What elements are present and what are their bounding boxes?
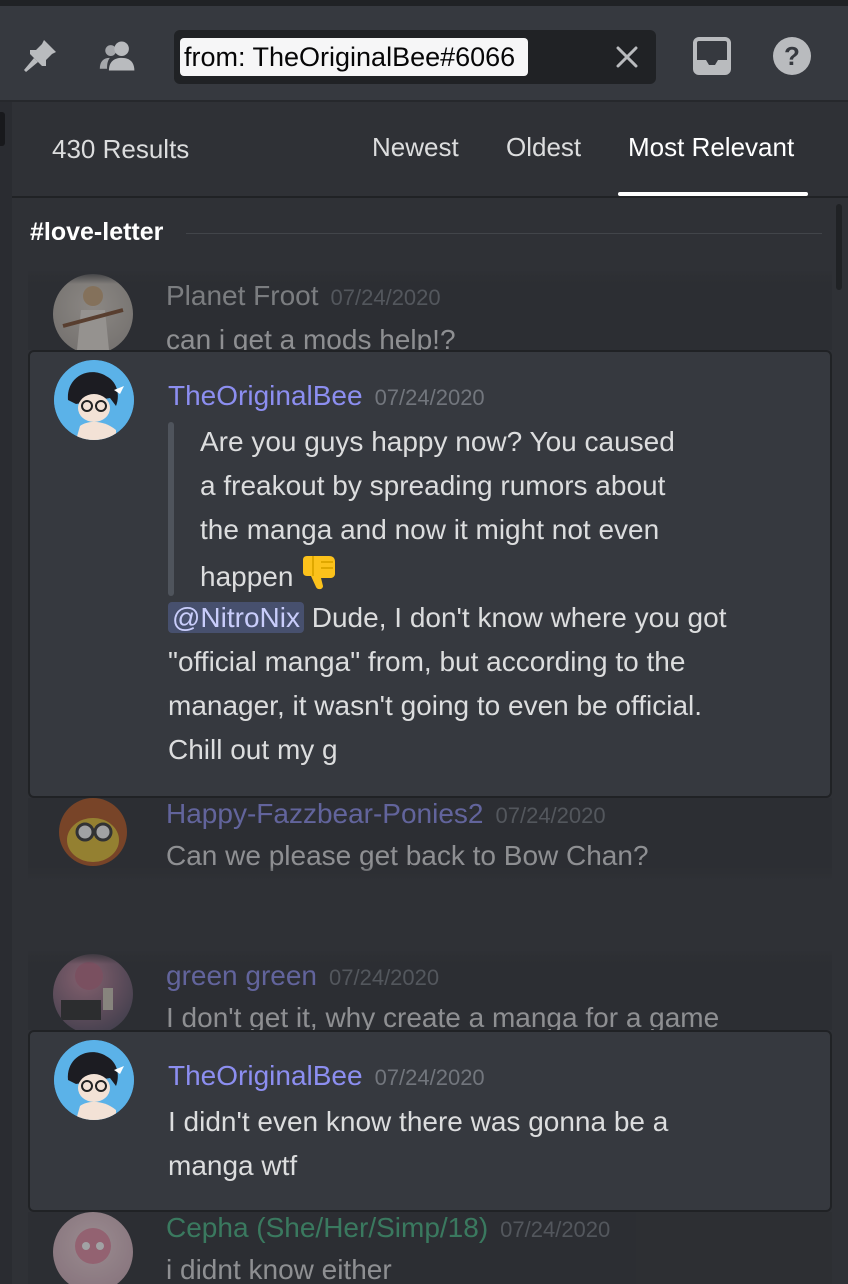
message-author[interactable]: green green 07/24/2020 xyxy=(166,960,439,992)
search-hit-message[interactable]: TheOriginalBee 07/24/2020 I didn't even k… xyxy=(28,1030,832,1212)
message-author[interactable]: Planet Froot 07/24/2020 xyxy=(166,280,441,312)
body-line: I didn't even know there was gonna be a xyxy=(168,1106,669,1137)
avatar xyxy=(54,1040,134,1120)
results-header: 430 Results Newest Oldest Most Relevant xyxy=(12,102,848,198)
close-icon[interactable] xyxy=(612,42,642,72)
results-count: 430 Results xyxy=(52,134,190,164)
context-message[interactable]: Planet Froot 07/24/2020 can i get a mods … xyxy=(28,270,832,350)
pin-icon[interactable] xyxy=(20,36,60,76)
author-name[interactable]: Planet Froot xyxy=(166,280,319,311)
avatar xyxy=(53,798,133,872)
user-mention[interactable]: @NitroNix xyxy=(168,602,304,633)
message-text: i didnt know either xyxy=(166,1254,392,1284)
author-name[interactable]: TheOriginalBee xyxy=(168,1060,363,1091)
scrollbar-thumb[interactable] xyxy=(836,204,842,290)
quote-line: Are you guys happy now? You caused xyxy=(200,426,675,457)
avatar xyxy=(53,954,133,1030)
message-timestamp: 07/24/2020 xyxy=(495,803,606,828)
message-timestamp: 07/24/2020 xyxy=(329,965,440,990)
quote-line: the manga and now it might not even xyxy=(200,514,660,545)
search-results-panel: from: TheOriginalBee#6066 ? 430 Results … xyxy=(0,0,848,1284)
avatar xyxy=(53,1212,133,1284)
message-body: I didn't even know there was gonna be a … xyxy=(168,1100,808,1188)
message-timestamp: 07/24/2020 xyxy=(330,285,441,310)
active-tab-indicator xyxy=(618,192,808,196)
message-author[interactable]: TheOriginalBee 07/24/2020 xyxy=(168,1060,485,1092)
tab-most-relevant[interactable]: Most Relevant xyxy=(628,132,794,163)
message-timestamp: 07/24/2020 xyxy=(500,1217,611,1242)
tab-oldest[interactable]: Oldest xyxy=(506,132,581,163)
channel-divider xyxy=(186,233,822,234)
author-name[interactable]: Cepha (She/Her/Simp/18) xyxy=(166,1212,488,1243)
svg-text:?: ? xyxy=(784,41,800,71)
body-line: manga wtf xyxy=(168,1150,298,1181)
message-author[interactable]: TheOriginalBee 07/24/2020 xyxy=(168,380,485,412)
quote-line: a freakout by spreading rumors about xyxy=(200,470,666,501)
message-timestamp: 07/24/2020 xyxy=(374,385,485,410)
search-query-token[interactable]: from: TheOriginalBee#6066 xyxy=(180,38,528,76)
body-line: manager, it wasn't going to even be offi… xyxy=(168,690,703,721)
context-message[interactable]: green green 07/24/2020 I don't get it, wh… xyxy=(28,950,832,1030)
tab-newest[interactable]: Newest xyxy=(372,132,459,163)
context-message[interactable]: Cepha (She/Her/Simp/18) 07/24/2020 i didn… xyxy=(28,1212,832,1284)
body-line: Chill out my g xyxy=(168,734,338,765)
left-edge xyxy=(0,102,12,1284)
message-author[interactable]: Happy-Fazzbear-Ponies2 07/24/2020 xyxy=(166,798,606,830)
message-body: @NitroNix Dude, I don't know where you g… xyxy=(168,596,808,772)
search-box[interactable]: from: TheOriginalBee#6066 xyxy=(174,30,656,84)
avatar xyxy=(54,360,134,440)
context-message[interactable]: Happy-Fazzbear-Ponies2 07/24/2020 Can we … xyxy=(28,798,832,880)
message-author[interactable]: Cepha (She/Her/Simp/18) 07/24/2020 xyxy=(166,1212,610,1244)
author-name[interactable]: green green xyxy=(166,960,317,991)
search-hit-message[interactable]: TheOriginalBee 07/24/2020 Are you guys ha… xyxy=(28,350,832,798)
quote-line: happen xyxy=(200,561,294,592)
avatar xyxy=(53,274,133,350)
blockquote: Are you guys happy now? You caused a fre… xyxy=(200,420,675,605)
members-icon[interactable] xyxy=(98,36,138,76)
inbox-icon[interactable] xyxy=(692,36,732,76)
body-line: "official manga" from, but according to … xyxy=(168,646,686,677)
author-name[interactable]: TheOriginalBee xyxy=(168,380,363,411)
author-name[interactable]: Happy-Fazzbear-Ponies2 xyxy=(166,798,484,829)
body-line: Dude, I don't know where you got xyxy=(303,602,727,633)
help-icon[interactable]: ? xyxy=(772,36,812,76)
message-timestamp: 07/24/2020 xyxy=(374,1065,485,1090)
channel-name[interactable]: #love-letter xyxy=(30,218,163,247)
message-text: I don't get it, why create a manga for a… xyxy=(166,1002,720,1030)
blockquote-bar xyxy=(168,422,174,596)
toolbar: from: TheOriginalBee#6066 ? xyxy=(0,6,848,102)
message-text: can i get a mods help!? xyxy=(166,324,456,350)
